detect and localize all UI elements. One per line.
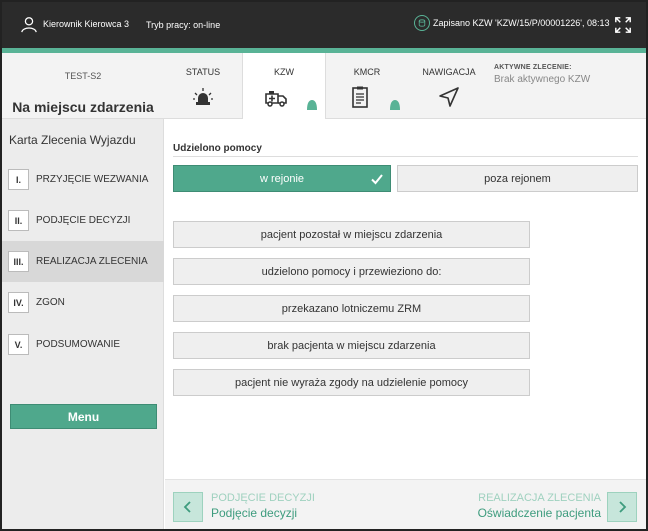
top-bar: Kierownik Kierowca 3 Tryb pracy: on-line…: [2, 2, 646, 53]
next-section-label: REALIZACJA ZLECENIA: [478, 492, 601, 504]
bell-icon: [390, 100, 400, 110]
siren-icon: [193, 88, 213, 105]
sidebar-item-label: PRZYJĘCIE WEZWANIA: [36, 174, 149, 185]
option-poza-rejonem-label: poza rejonem: [484, 172, 551, 185]
sidebar-item-podjecie[interactable]: II. PODJĘCIE DECYZJI: [2, 200, 164, 241]
fullscreen-icon[interactable]: [614, 16, 632, 34]
prev-section-label: PODJĘCIE DECYZJI: [211, 492, 315, 504]
user-info[interactable]: Kierownik Kierowca 3: [20, 15, 129, 33]
sidebar-item-podsumowanie[interactable]: V. PODSUMOWANIE: [2, 324, 164, 365]
sidebar-item-przyjecie[interactable]: I. PRZYJĘCIE WEZWANIA: [2, 159, 164, 200]
tab-status-label: STATUS: [185, 67, 221, 77]
unit-state: Na miejscu zdarzenia: [12, 99, 154, 115]
option-label: przekazano lotniczemu ZRM: [281, 302, 422, 315]
sidebar-item-realizacja[interactable]: III. REALIZACJA ZLECENIA: [2, 241, 164, 282]
tab-kzw-label: KZW: [274, 67, 294, 77]
tab-nawigacja[interactable]: NAWIGACJA: [408, 53, 490, 119]
user-name: Kierownik Kierowca 3: [43, 19, 130, 29]
sidebar-item-label: REALIZACJA ZLECENIA: [36, 256, 148, 267]
next-button[interactable]: [607, 492, 637, 522]
option-pacjent-pozostal[interactable]: pacjent pozostał w miejscu zdarzenia: [173, 221, 530, 248]
ambulance-icon: [265, 91, 287, 107]
sidebar-item-number: III.: [8, 251, 29, 272]
sidebar-item-label: ZGON: [36, 297, 65, 308]
save-status: Zapisano KZW 'KZW/15/P/00001226', 08:13: [414, 15, 610, 31]
user-icon: [21, 17, 37, 33]
navigation-arrow-icon: [439, 87, 459, 107]
section-divider: [173, 156, 638, 157]
chevron-left-icon: [183, 501, 191, 513]
option-label: pacjent nie wyraża zgody na udzielenie p…: [235, 376, 468, 389]
unit-code: TEST-S2: [64, 71, 102, 81]
sidebar: Karta Zlecenia Wyjazdu I. PRZYJĘCIE WEZW…: [2, 119, 164, 529]
option-w-rejonie-label: w rejonie: [259, 172, 305, 185]
clipboard-icon: [352, 86, 368, 108]
option-brak-zgody[interactable]: pacjent nie wyraża zgody na udzielenie p…: [173, 369, 530, 396]
header: TEST-S2 Na miejscu zdarzenia STATUS KZW: [2, 53, 646, 120]
option-przewieziono[interactable]: udzielono pomocy i przewieziono do:: [173, 258, 530, 285]
option-lotniczy-zrm[interactable]: przekazano lotniczemu ZRM: [173, 295, 530, 322]
active-order: AKTYWNE ZLECENIE: Brak aktywnego KZW: [494, 64, 590, 85]
app-window: Kierownik Kierowca 3 Tryb pracy: on-line…: [0, 0, 648, 531]
menu-button[interactable]: Menu: [10, 404, 157, 429]
sidebar-title: Karta Zlecenia Wyjazdu: [9, 133, 136, 147]
tab-kzw[interactable]: KZW: [242, 53, 326, 120]
active-order-label: AKTYWNE ZLECENIE:: [494, 64, 572, 71]
option-brak-pacjenta[interactable]: brak pacjenta w miejscu zdarzenia: [173, 332, 530, 359]
sidebar-item-label: PODSUMOWANIE: [36, 339, 121, 350]
database-icon: [414, 15, 430, 31]
prev-button[interactable]: [173, 492, 203, 522]
sidebar-item-zgon[interactable]: IV. ZGON: [2, 282, 164, 323]
save-status-text: Zapisano KZW 'KZW/15/P/00001226', 08:13: [433, 18, 610, 28]
prev-link[interactable]: PODJĘCIE DECYZJI Podjęcie decyzji: [211, 492, 315, 520]
main-content: Udzielono pomocy w rejonie poza rejonem …: [165, 119, 646, 479]
option-label: brak pacjenta w miejscu zdarzenia: [267, 339, 436, 352]
prev-page-label: Podjęcie decyzji: [211, 506, 298, 520]
unit-info: TEST-S2 Na miejscu zdarzenia: [2, 53, 164, 119]
section-title: Udzielono pomocy: [173, 143, 262, 154]
tab-status[interactable]: STATUS: [164, 53, 242, 119]
bell-icon: [307, 100, 317, 110]
option-label: udzielono pomocy i przewieziono do:: [261, 265, 442, 278]
next-link[interactable]: REALIZACJA ZLECENIA Oświadczenie pacjent…: [478, 492, 601, 520]
active-order-value: Brak aktywnego KZW: [494, 74, 591, 85]
option-w-rejonie[interactable]: w rejonie: [173, 165, 391, 192]
sidebar-item-number: II.: [8, 210, 29, 231]
sidebar-item-number: I.: [8, 169, 29, 190]
tab-nawigacja-label: NAWIGACJA: [422, 67, 476, 77]
sidebar-item-label: PODJĘCIE DECYZJI: [36, 215, 131, 226]
sidebar-item-number: IV.: [8, 292, 29, 313]
option-label: pacjent pozostał w miejscu zdarzenia: [260, 228, 443, 241]
option-poza-rejonem[interactable]: poza rejonem: [397, 165, 638, 192]
work-mode: Tryb pracy: on-line: [146, 20, 221, 30]
chevron-right-icon: [619, 501, 627, 513]
tab-kmcr[interactable]: KMCR: [326, 53, 408, 119]
tab-kmcr-label: KMCR: [353, 67, 381, 77]
sidebar-item-number: V.: [8, 334, 29, 355]
footer-nav: PODJĘCIE DECYZJI Podjęcie decyzji REALIZ…: [165, 479, 646, 529]
next-page-label: Oświadczenie pacjenta: [477, 506, 601, 520]
check-icon: [371, 174, 383, 185]
